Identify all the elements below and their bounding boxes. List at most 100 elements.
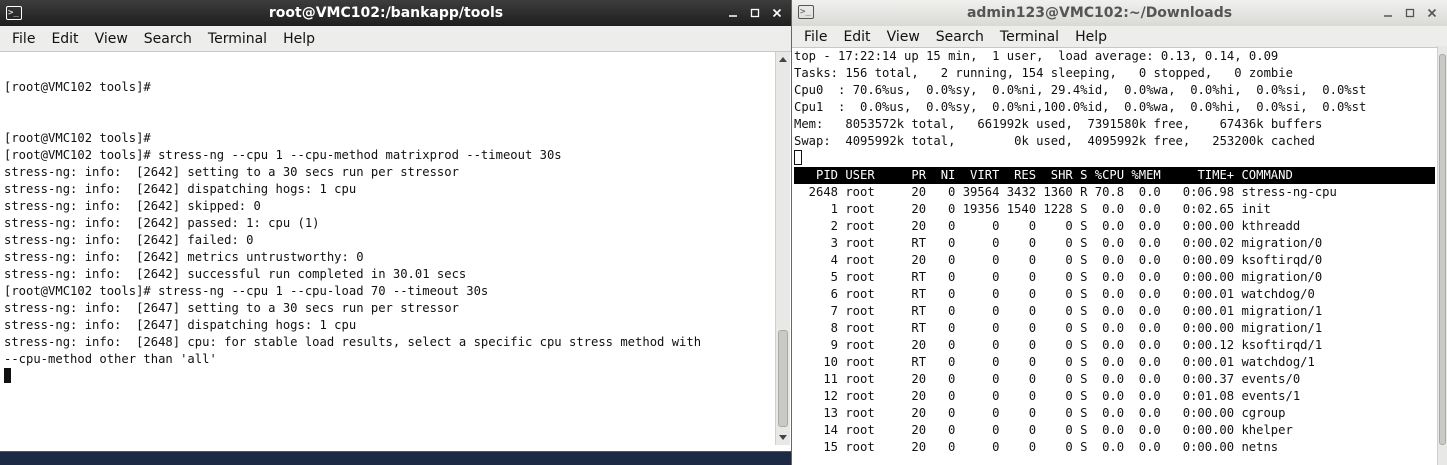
top-cell: 0 [1065, 423, 1073, 437]
top-cell: 0 [1028, 236, 1037, 250]
top-cell: 0.0 [1138, 236, 1161, 250]
top-summary-line: top - 17:22:14 up 15 min, 1 user, load a… [794, 49, 1279, 63]
scrollbar-thumb[interactable] [1439, 54, 1446, 445]
menu-search[interactable]: Search [136, 31, 200, 47]
menu-file[interactable]: File [796, 29, 835, 45]
top-cell: 3432 [1006, 185, 1037, 199]
maximize-button[interactable] [1399, 3, 1421, 23]
top-cell: 13 [823, 406, 839, 420]
terminal-icon: >_ [798, 5, 814, 19]
process-row: 6 root RT 0 0 0 0 S 0.0 0.0 0:00.01 watchdog/0 [794, 286, 1435, 303]
top-cell: root [845, 423, 875, 437]
menubar: File Edit View Search Terminal Help [792, 26, 1447, 48]
top-cell: 0 [1065, 440, 1073, 454]
top-cell: 1 [830, 202, 839, 216]
top-cell: 0 [1028, 372, 1037, 386]
top-cell: ksoftirqd/1 [1241, 338, 1323, 352]
minimize-button[interactable] [722, 3, 744, 23]
top-summary-line: Swap: 4095992k total, 0k used, 4095992k … [794, 134, 1315, 148]
top-cell: 0 [1065, 355, 1073, 369]
menu-help[interactable]: Help [1067, 29, 1115, 45]
scroll-up-icon[interactable] [776, 52, 790, 66]
process-row: 7 root RT 0 0 0 0 S 0.0 0.0 0:00.01 migration/1 [794, 303, 1435, 320]
menu-terminal[interactable]: Terminal [200, 31, 275, 47]
top-cell: 0 [992, 406, 1000, 420]
top-cell: 0.0 [1102, 287, 1125, 301]
top-output[interactable]: top - 17:22:14 up 15 min, 1 user, load a… [794, 48, 1435, 465]
top-cell: 0 [948, 236, 956, 250]
top-cell: 10 [823, 355, 839, 369]
top-cell: 20 [911, 440, 927, 454]
top-cell: 0 [1065, 253, 1073, 267]
top-cell: S [1080, 253, 1088, 267]
menu-edit[interactable]: Edit [43, 31, 86, 47]
top-cell: migration/0 [1241, 270, 1323, 284]
scrollbar[interactable] [775, 52, 790, 445]
maximize-button[interactable] [744, 3, 766, 23]
top-cell: root [845, 185, 875, 199]
top-cell: S [1080, 389, 1088, 403]
top-cell: RT [911, 270, 927, 284]
terminal-line: stress-ng: info: [2642] failed: 0 [4, 233, 254, 247]
top-cell: 0:00.01 [1182, 287, 1235, 301]
top-cell: root [845, 338, 875, 352]
menu-edit[interactable]: Edit [835, 29, 878, 45]
process-row: 2648 root 20 0 39564 3432 1360 R 70.8 0.0 0:06.98 s… [794, 184, 1435, 201]
top-cell: 0.0 [1138, 270, 1161, 284]
top-cell: 19356 [962, 202, 1000, 216]
process-row: 9 root 20 0 0 0 0 S 0.0 0.0 0:00.12 ksoftirqd/1 [794, 337, 1435, 354]
menu-view[interactable]: View [87, 31, 136, 47]
top-cursor-line [794, 150, 1435, 167]
titlebar[interactable]: >_ admin123@VMC102:~/Downloads [792, 0, 1447, 26]
top-cell: kthreadd [1241, 219, 1301, 233]
terminal-window-left[interactable]: >_ root@VMC102:/bankapp/tools File Edit … [0, 0, 792, 451]
top-cell: 0 [992, 440, 1000, 454]
process-row: 8 root RT 0 0 0 0 S 0.0 0.0 0:00.00 migration/1 [794, 320, 1435, 337]
terminal-icon: >_ [6, 6, 22, 20]
terminal-line: stress-ng: info: [2647] setting to a 30 … [4, 301, 459, 315]
menu-search[interactable]: Search [928, 29, 992, 45]
top-cell: S [1080, 168, 1088, 182]
terminal-line: stress-ng: info: [2642] dispatching hogs… [4, 182, 357, 196]
top-cell: 0:00.37 [1182, 372, 1235, 386]
top-cell: 0 [992, 423, 1000, 437]
top-cell: 0.0 [1138, 321, 1161, 335]
titlebar[interactable]: >_ root@VMC102:/bankapp/tools [0, 0, 792, 26]
process-row: 12 root 20 0 0 0 0 S 0.0 0.0 0:01.08 events/1 [794, 388, 1435, 405]
process-row: 14 root 20 0 0 0 0 S 0.0 0.0 0:00.00 khelper [794, 422, 1435, 439]
top-cell: 0 [992, 253, 1000, 267]
top-cell: 2 [830, 219, 839, 233]
menu-file[interactable]: File [4, 31, 43, 47]
top-cell: PR [911, 168, 927, 182]
top-cell: 0 [948, 253, 956, 267]
top-cell: 0.0 [1102, 440, 1125, 454]
terminal-window-right[interactable]: >_ admin123@VMC102:~/Downloads File Edit… [792, 0, 1447, 465]
top-cell: 0.0 [1102, 236, 1125, 250]
top-cell: 7 [830, 304, 839, 318]
top-cell: 9 [830, 338, 839, 352]
menu-terminal[interactable]: Terminal [992, 29, 1067, 45]
top-cell: 0 [1065, 270, 1073, 284]
terminal-line: stress-ng: info: [2642] metrics untrustw… [4, 250, 364, 264]
scroll-down-icon[interactable] [776, 431, 790, 445]
menu-help[interactable]: Help [275, 31, 323, 47]
top-cell: root [845, 440, 875, 454]
top-cell: 0.0 [1138, 338, 1161, 352]
scrollbar[interactable] [1437, 46, 1447, 465]
top-cell: root [845, 372, 875, 386]
minimize-button[interactable] [1377, 3, 1399, 23]
close-button[interactable] [1421, 3, 1443, 23]
top-cell: 0 [1028, 219, 1037, 233]
top-cell: 0:00.00 [1182, 219, 1235, 233]
terminal-line: stress-ng: info: [2642] successful run c… [4, 267, 467, 281]
menu-view[interactable]: View [879, 29, 928, 45]
top-cell: S [1080, 406, 1088, 420]
terminal-line: [root@VMC102 tools]# stress-ng --cpu 1 -… [4, 284, 489, 298]
top-cell: 0:06.98 [1182, 185, 1235, 199]
top-cell: root [845, 304, 875, 318]
scrollbar-thumb[interactable] [778, 330, 788, 427]
top-cell: 0 [992, 219, 1000, 233]
close-button[interactable] [766, 3, 788, 23]
terminal-output[interactable]: [root@VMC102 tools]# [root@VMC102 tools]#… [4, 62, 774, 445]
top-cell: 0 [1028, 270, 1037, 284]
